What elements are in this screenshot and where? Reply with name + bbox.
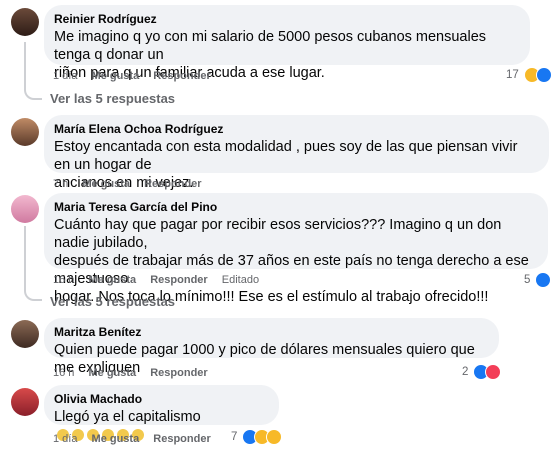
comment-time[interactable]: 16 h	[53, 274, 74, 286]
comment-actions: 16 h Me gusta Responder Editado	[53, 273, 270, 287]
edited-label: Editado	[221, 274, 260, 286]
avatar[interactable]	[11, 8, 39, 36]
reaction-summary[interactable]: 5	[524, 272, 552, 288]
reaction-count: 2	[462, 366, 469, 378]
comment-bubble: María Elena Ochoa Rodríguez Estoy encant…	[44, 115, 549, 191]
reaction-summary[interactable]: 7	[231, 429, 283, 445]
comment-time[interactable]: 1 día	[53, 433, 77, 445]
reply-button[interactable]: Responder	[153, 433, 210, 445]
like-button[interactable]: Me gusta	[92, 433, 140, 445]
comment-text-line: Me imagino q yo con mi salario de 5000 p…	[54, 29, 487, 63]
thread-line	[24, 42, 26, 82]
comment-bubble: Maria Teresa García del Pino Cuánto hay …	[44, 193, 548, 305]
comment-author[interactable]: Maritza Benítez	[54, 325, 487, 340]
comment-actions: 16 h Me gusta Responder	[53, 366, 219, 380]
like-button[interactable]: Me gusta	[82, 178, 130, 190]
comment-bubble: Maritza Benítez Quien puede pagar 1000 y…	[44, 318, 499, 376]
reaction-summary[interactable]: 17	[506, 67, 552, 83]
reaction-count: 7	[231, 431, 238, 443]
comment-actions: 1 día Me gusta Responder	[53, 69, 222, 83]
like-button[interactable]: Me gusta	[92, 70, 140, 82]
comment-bubble: Reinier Rodríguez Me imagino q yo con mi…	[44, 5, 530, 81]
like-icon	[535, 272, 552, 288]
thread-curve	[24, 279, 42, 301]
comment-text: Llegó ya el capitalismo	[54, 409, 201, 425]
view-replies-link[interactable]: Ver las 5 respuestas	[50, 91, 175, 106]
avatar[interactable]	[11, 195, 39, 223]
reply-button[interactable]: Responder	[150, 274, 207, 286]
reply-button[interactable]: Responder	[144, 178, 201, 190]
comment-actions: 1 día Me gusta Responder	[53, 432, 222, 446]
comment-author[interactable]: María Elena Ochoa Rodríguez	[54, 122, 537, 137]
like-button[interactable]: Me gusta	[88, 274, 136, 286]
comment-bubble: Olivia Machado Llegó ya el capitalismo	[44, 385, 279, 442]
avatar[interactable]	[11, 118, 39, 146]
avatar[interactable]	[11, 320, 39, 348]
thread-line	[24, 226, 26, 281]
like-button[interactable]: Me gusta	[88, 367, 136, 379]
love-icon	[485, 364, 502, 380]
reply-button[interactable]: Responder	[150, 367, 207, 379]
comment-time[interactable]: 1 día	[53, 70, 77, 82]
reaction-count: 17	[506, 69, 519, 81]
comment-time[interactable]: 7 h	[53, 178, 68, 190]
view-replies-link[interactable]: Ver las 5 respuestas	[50, 294, 175, 309]
comment-text-line: Cuánto hay que pagar por recibir esos se…	[54, 217, 502, 251]
reply-button[interactable]: Responder	[153, 70, 210, 82]
comment-author[interactable]: Reinier Rodríguez	[54, 12, 518, 27]
thread-curve	[24, 80, 42, 100]
like-icon	[535, 67, 552, 83]
comment-actions: 7 h Me gusta Responder	[53, 177, 213, 191]
comment-author[interactable]: Olivia Machado	[54, 392, 267, 407]
comment-author[interactable]: Maria Teresa García del Pino	[54, 200, 536, 215]
comment-text-line: Estoy encantada con esta modalidad , pue…	[54, 139, 518, 173]
reaction-summary[interactable]: 2	[462, 364, 502, 380]
comment-time[interactable]: 16 h	[53, 367, 74, 379]
reaction-count: 5	[524, 274, 531, 286]
sad-icon	[266, 429, 283, 445]
avatar[interactable]	[11, 388, 39, 416]
